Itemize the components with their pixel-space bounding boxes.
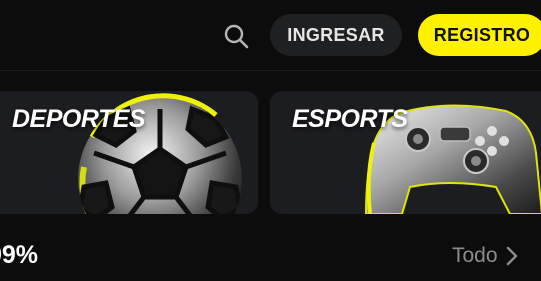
category-title-esports: ESPORTS <box>292 105 408 133</box>
chevron-right-icon <box>506 246 517 266</box>
page: INGRESAR REGISTRO DEPORTES ESPORTS 9% To… <box>0 0 541 281</box>
category-card-sports[interactable]: DEPORTES <box>0 91 258 214</box>
register-button[interactable]: REGISTRO <box>418 14 541 56</box>
promo-percent-text: 99% <box>0 241 39 269</box>
category-card-esports[interactable]: ESPORTS <box>270 91 541 214</box>
search-icon <box>224 24 249 49</box>
search-button[interactable] <box>220 20 252 52</box>
header-divider <box>0 70 541 71</box>
login-button[interactable]: INGRESAR <box>270 14 402 56</box>
category-title-sports: DEPORTES <box>12 105 146 133</box>
see-all-label: Todo <box>452 244 498 267</box>
see-all-link[interactable]: Todo <box>452 244 518 268</box>
